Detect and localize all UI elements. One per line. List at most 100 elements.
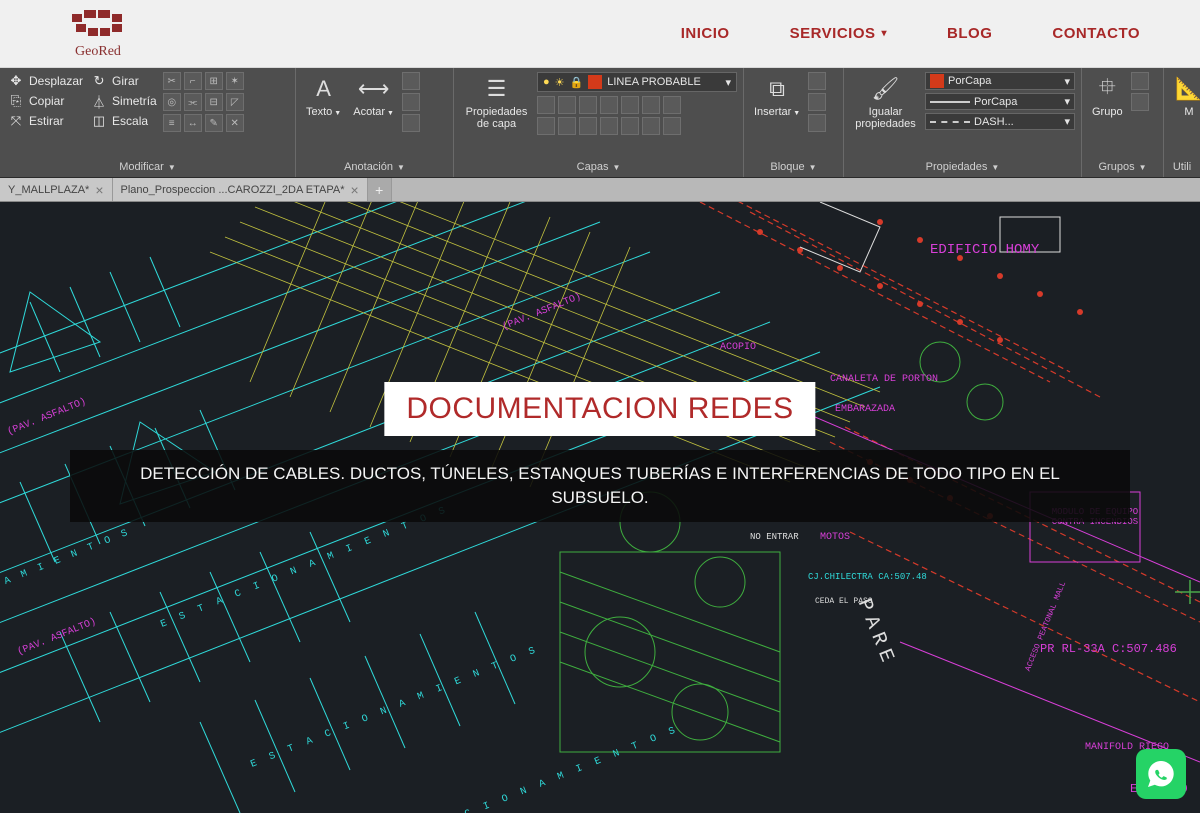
layer-walk-icon[interactable] (621, 117, 639, 135)
panel-propiedades-footer[interactable]: Propiedades▼ (850, 159, 1075, 175)
nav-contacto[interactable]: CONTACTO (1052, 25, 1140, 42)
layer-merge-icon[interactable] (642, 117, 660, 135)
lbl: Grupos (1099, 161, 1135, 173)
explode-icon[interactable]: ✶ (226, 72, 244, 90)
erase-icon[interactable]: ✕ (226, 114, 244, 132)
btn-copiar[interactable]: ⎘Copiar (6, 92, 85, 110)
lbl: PorCapa (948, 75, 991, 87)
lbl: Capas (577, 161, 609, 173)
layer-thaw-icon[interactable] (579, 117, 597, 135)
lineweight-icon (930, 101, 970, 103)
lbl: Simetría (112, 94, 157, 108)
btn-propiedades-capa[interactable]: ☰Propiedades de capa (460, 72, 533, 132)
new-tab-button[interactable]: + (368, 178, 392, 201)
layer-on-icon[interactable] (558, 117, 576, 135)
lbl: Estirar (29, 114, 64, 128)
layer-make-icon[interactable] (600, 96, 618, 114)
layer-current-combo[interactable]: ● ☀ 🔒 LINEA PROBABLE ▾ (537, 72, 737, 92)
panel-capas: ☰Propiedades de capa ● ☀ 🔒 LINEA PROBABL… (454, 68, 744, 177)
insert-block-icon: ⧉ (762, 74, 792, 104)
panel-capas-footer[interactable]: Capas▼ (460, 159, 737, 175)
nav-servicios[interactable]: SERVICIOS ▾ (790, 25, 887, 42)
chevron-down-icon: ▾ (1064, 75, 1070, 88)
layer-state-icon[interactable] (663, 96, 681, 114)
layer-freeze-icon[interactable] (558, 96, 576, 114)
create-block-icon[interactable] (808, 72, 826, 90)
array-icon[interactable]: ⊞ (205, 72, 223, 90)
logo[interactable]: GeoRed (70, 8, 126, 60)
layer-lock-icon[interactable] (579, 96, 597, 114)
dimension-icon: ⟷ (359, 74, 389, 104)
nav-inicio[interactable]: INICIO (681, 25, 730, 42)
panel-grupos-footer[interactable]: Grupos▼ (1088, 159, 1157, 175)
chevron-down-icon: ▾ (882, 28, 888, 39)
offset-icon[interactable]: ◎ (163, 93, 181, 111)
whatsapp-button[interactable] (1136, 749, 1186, 799)
edit-icon[interactable]: ✎ (205, 114, 223, 132)
group-edit-icon[interactable] (1131, 93, 1149, 111)
align-icon[interactable]: ≡ (163, 114, 181, 132)
table-icon[interactable] (402, 93, 420, 111)
close-icon[interactable]: × (350, 182, 358, 198)
panel-bloque-footer[interactable]: Bloque▼ (750, 159, 837, 175)
layer-iso-icon[interactable] (537, 117, 555, 135)
btn-igualar[interactable]: 🖌Igualar propiedades (850, 72, 921, 132)
layer-unlock-icon[interactable] (600, 117, 618, 135)
doc-tab-1[interactable]: Y_MALLPLAZA*× (0, 178, 113, 201)
layer-off-icon[interactable] (537, 96, 555, 114)
edit-block-icon[interactable] (808, 93, 826, 111)
lineweight-combo[interactable]: PorCapa▾ (925, 93, 1075, 110)
btn-desplazar[interactable]: ✥Desplazar (6, 72, 85, 90)
btn-measure[interactable]: 📐M (1170, 72, 1200, 120)
layer-color-swatch (588, 75, 602, 89)
layer-del-icon[interactable] (663, 117, 681, 135)
doc-tab-2[interactable]: Plano_Prospeccion ...CAROZZI_2DA ETAPA*× (113, 178, 368, 201)
hero-title: DOCUMENTACION REDES (384, 382, 815, 436)
btn-escala[interactable]: ◫Escala (89, 112, 159, 130)
modify-tool-grid: ✂⌐⊞✶ ◎⫘⊟◸ ≡↔✎✕ (163, 72, 244, 132)
lock-icon: 🔒 (570, 76, 584, 89)
close-icon[interactable]: × (95, 182, 103, 198)
scale-icon: ◫ (91, 113, 107, 129)
btn-insertar[interactable]: ⧉Insertar▼ (750, 72, 804, 120)
lbl: Grupo (1092, 106, 1123, 118)
btn-grupo[interactable]: ⯐Grupo (1088, 72, 1127, 120)
chevron-down-icon: ▼ (809, 163, 817, 172)
leader-icon[interactable] (402, 72, 420, 90)
copy-icon: ⎘ (8, 93, 24, 109)
color-combo[interactable]: PorCapa ▾ (925, 72, 1075, 90)
cad-label-motos: MOTOS (820, 532, 850, 543)
btn-girar[interactable]: ↻Girar (89, 72, 159, 90)
lbl: Modificar (119, 161, 164, 173)
nav-servicios-label: SERVICIOS (790, 25, 876, 42)
mirror-icon: ⏃ (91, 93, 107, 109)
join-icon[interactable]: ⫘ (184, 93, 202, 111)
trim-icon[interactable]: ✂ (163, 72, 181, 90)
chevron-down-icon: ▼ (168, 163, 176, 172)
panel-modificar-footer[interactable]: Modificar ▼ (6, 159, 289, 175)
panel-propiedades: 🖌Igualar propiedades PorCapa▾ PorCapa▾ D… (844, 68, 1082, 177)
chamfer-icon[interactable]: ◸ (226, 93, 244, 111)
ungroup-icon[interactable] (1131, 72, 1149, 90)
layer-prev-icon[interactable] (642, 96, 660, 114)
chevron-down-icon: ▾ (1064, 95, 1070, 108)
layer-match-icon[interactable] (621, 96, 639, 114)
nav-blog[interactable]: BLOG (947, 25, 992, 42)
btn-estirar[interactable]: ⤧Estirar (6, 112, 85, 130)
btn-simetria[interactable]: ⏃ Simetría (89, 92, 159, 110)
cad-label-noentrar: NO ENTRAR (750, 532, 799, 542)
fillet-icon[interactable]: ⌐ (184, 72, 202, 90)
color-swatch-icon (930, 74, 944, 88)
lbl: Utili (1173, 161, 1191, 173)
cloud-icon[interactable] (402, 114, 420, 132)
panel-util-footer[interactable]: Utili (1170, 159, 1194, 175)
btn-acotar[interactable]: ⟷Acotar▼ (349, 72, 398, 120)
cad-canvas[interactable]: EDIFICIO HOMY (PAV. ASFALTO) (PAV. ASFAL… (0, 202, 1200, 813)
break-icon[interactable]: ⊟ (205, 93, 223, 111)
panel-anotacion-footer[interactable]: Anotación▼ (302, 159, 447, 175)
linetype-combo[interactable]: DASH...▾ (925, 113, 1075, 130)
chevron-down-icon: ▾ (1064, 115, 1070, 128)
lengthen-icon[interactable]: ↔ (184, 114, 202, 132)
attr-block-icon[interactable] (808, 114, 826, 132)
btn-texto[interactable]: ATexto▼ (302, 72, 345, 120)
